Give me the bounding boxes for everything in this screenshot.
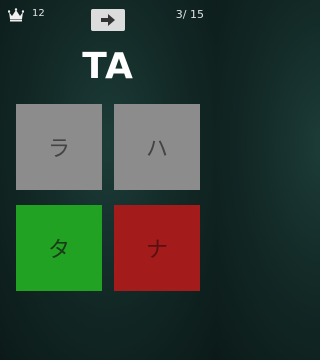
choice-label: ラ bbox=[47, 137, 70, 162]
arrow-right-icon bbox=[100, 11, 116, 30]
choice-tile-1[interactable]: ラ bbox=[16, 104, 102, 190]
choice-label: ナ bbox=[145, 238, 168, 263]
question-romaji: TA bbox=[82, 46, 134, 87]
choice-label: ハ bbox=[145, 137, 168, 162]
score-value: 12 bbox=[32, 8, 45, 19]
choice-tile-3[interactable]: タ bbox=[16, 205, 102, 291]
choice-label: タ bbox=[47, 238, 70, 263]
top-bar: 12 3/ 15 bbox=[0, 0, 216, 34]
choice-tile-2[interactable]: ハ bbox=[114, 104, 200, 190]
next-button[interactable] bbox=[91, 9, 125, 31]
progress-counter: 3/ 15 bbox=[175, 8, 204, 21]
choice-tile-4[interactable]: ナ bbox=[114, 205, 200, 291]
crown-icon bbox=[7, 7, 25, 22]
